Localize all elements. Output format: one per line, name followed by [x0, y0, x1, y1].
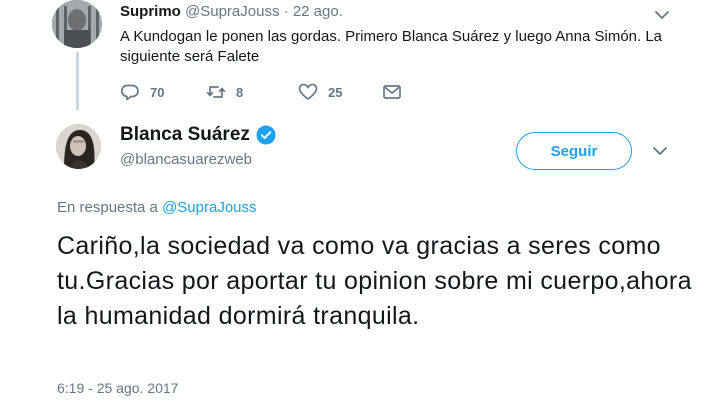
header-separator: ·	[279, 3, 293, 20]
retweet-icon	[206, 86, 226, 98]
thread-connector-line	[76, 52, 79, 110]
chevron-down-icon[interactable]	[652, 7, 672, 23]
retweet-action[interactable]: 8	[206, 82, 243, 102]
like-action[interactable]: 25	[298, 82, 342, 102]
chevron-down-icon[interactable]	[650, 143, 670, 159]
reply-tweet-header: Suprimo @SupraJouss · 22 ago.	[120, 3, 343, 23]
retweet-count: 8	[236, 84, 244, 100]
reply-tweet-date[interactable]: 22 ago.	[293, 3, 343, 20]
in-reply-to: En respuesta a @SupraJouss	[57, 199, 257, 216]
main-author-name[interactable]: Blanca Suárez	[120, 124, 250, 146]
main-author-avatar[interactable]	[56, 124, 101, 169]
reply-count: 70	[150, 84, 165, 100]
main-tweet-text: Cariño,la sociedad va como va gracias a …	[57, 232, 692, 330]
in-reply-mention-link[interactable]: @SupraJouss	[162, 199, 256, 216]
message-icon	[383, 85, 401, 99]
direct-message-action[interactable]	[382, 82, 402, 102]
reply-action[interactable]: 70	[120, 82, 164, 102]
main-tweet-timestamp[interactable]: 6:19 - 25 ago. 2017	[57, 380, 178, 396]
reply-author-name[interactable]: Suprimo	[120, 3, 181, 20]
reply-tweet-text: A Kundogan le ponen las gordas. Primero …	[120, 28, 663, 65]
in-reply-prefix: En respuesta a	[57, 199, 163, 216]
main-author-name-row: Blanca Suárez	[120, 124, 276, 146]
verified-badge-icon	[256, 125, 276, 145]
like-count: 25	[328, 84, 343, 100]
heart-icon	[298, 83, 318, 100]
main-author-handle[interactable]: @blancasuarezweb	[120, 151, 252, 168]
reply-author-handle[interactable]: @SupraJouss	[185, 3, 279, 20]
follow-button[interactable]: Seguir	[516, 132, 632, 170]
reply-icon	[120, 84, 139, 101]
reply-author-avatar[interactable]	[52, 0, 102, 48]
